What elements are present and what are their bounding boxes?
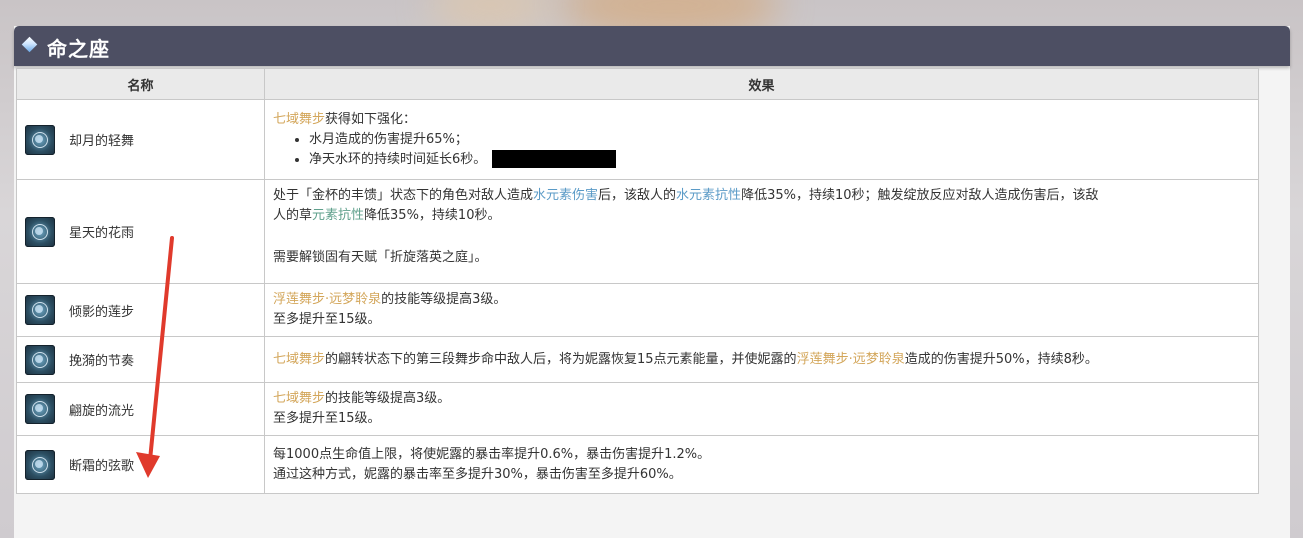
element-link[interactable]: 元素抗性: [312, 208, 364, 223]
effect-text: 通过这种方式，妮露的暴击率至多提升30%，暴击伤害至多提升60%。: [273, 466, 682, 482]
effect-text: 获得如下强化：: [325, 111, 417, 127]
table-header-row: 名称 效果: [16, 68, 1259, 100]
effect-text: 每1000点生命值上限，将使妮露的暴击率提升0.6%，暴击伤害提升1.2%。: [273, 446, 711, 462]
constellation-table: 名称 效果 却月的轻舞 七域舞步获得如下强化： 水月造成的伤害提升65%； 净天…: [16, 68, 1259, 494]
diamond-icon: [21, 36, 38, 53]
list-item: 水月造成的伤害提升65%；: [309, 130, 1250, 150]
element-link[interactable]: 水元素抗性: [676, 188, 741, 203]
skill-link[interactable]: 浮莲舞步·远梦聆泉: [273, 292, 381, 307]
element-link[interactable]: 水元素伤害: [533, 188, 598, 203]
effect-cell: 每1000点生命值上限，将使妮露的暴击率提升0.6%，暴击伤害提升1.2%。 通…: [264, 435, 1259, 494]
skill-link[interactable]: 七域舞步: [273, 352, 325, 367]
effect-text: 至多提升至15级。: [273, 411, 381, 426]
table-row: 倾影的莲步 浮莲舞步·远梦聆泉的技能等级提高3级。 至多提升至15级。: [16, 283, 1259, 337]
table-row: 翩旋的流光 七域舞步的技能等级提高3级。 至多提升至15级。: [16, 382, 1259, 436]
redaction-block: [492, 150, 617, 168]
name-cell: 星天的花雨: [16, 179, 265, 284]
constellation-name: 星天的花雨: [69, 226, 135, 241]
effect-text: 降低35%，持续10秒。: [364, 208, 501, 223]
section-header: 命之座: [14, 26, 1290, 66]
skill-link[interactable]: 七域舞步: [273, 391, 325, 406]
skill-link[interactable]: 浮莲舞步·远梦聆泉: [797, 352, 905, 367]
effect-cell: 七域舞步的技能等级提高3级。 至多提升至15级。: [264, 382, 1259, 436]
name-cell: 断霜的弦歌: [16, 435, 265, 494]
effect-text: 净天水环的持续时间延长6秒。: [309, 151, 487, 167]
name-cell: 翩旋的流光: [16, 382, 265, 436]
constellation-icon: [25, 295, 55, 325]
section-title: 命之座: [47, 37, 110, 61]
constellation-name: 挽漪的节奏: [69, 354, 135, 369]
column-header-effect: 效果: [264, 68, 1259, 100]
constellation-icon: [25, 216, 55, 247]
effect-text: 人的草: [273, 208, 313, 223]
constellation-icon: [25, 394, 55, 424]
table-row: 却月的轻舞 七域舞步获得如下强化： 水月造成的伤害提升65%； 净天水环的持续时…: [16, 99, 1259, 180]
effect-cell: 七域舞步获得如下强化： 水月造成的伤害提升65%； 净天水环的持续时间延长6秒。: [264, 99, 1259, 180]
constellation-name: 却月的轻舞: [69, 134, 135, 149]
name-cell: 却月的轻舞: [16, 99, 265, 180]
constellation-icon: [25, 124, 55, 155]
effect-cell: 七域舞步的翩转状态下的第三段舞步命中敌人后，将为妮露恢复15点元素能量，并使妮露…: [264, 336, 1259, 383]
effect-list: 水月造成的伤害提升65%； 净天水环的持续时间延长6秒。: [273, 130, 1250, 170]
effect-text: 的技能等级提高3级。: [381, 292, 507, 307]
skill-link[interactable]: 七域舞步: [273, 112, 325, 127]
effect-text: 的技能等级提高3级。: [325, 391, 451, 406]
constellation-name: 翩旋的流光: [69, 403, 135, 419]
table-row: 挽漪的节奏 七域舞步的翩转状态下的第三段舞步命中敌人后，将为妮露恢复15点元素能…: [16, 336, 1259, 383]
unlock-note: 需要解锁固有天赋「折旋落英之庭」。: [273, 250, 488, 265]
effect-text: 降低35%，持续10秒；触发绽放反应对敌人造成伤害后，该敌: [741, 188, 1099, 203]
constellation-table-wrap: 名称 效果 却月的轻舞 七域舞步获得如下强化： 水月造成的伤害提升65%； 净天…: [16, 68, 1259, 494]
effect-cell: 处于「金杯的丰馈」状态下的角色对敌人造成水元素伤害后，该敌人的水元素抗性降低35…: [264, 179, 1259, 284]
effect-text: 后，该敌人的: [598, 188, 677, 203]
table-row: 星天的花雨 处于「金杯的丰馈」状态下的角色对敌人造成水元素伤害后，该敌人的水元素…: [16, 179, 1259, 284]
constellation-icon: [25, 449, 55, 480]
list-item: 净天水环的持续时间延长6秒。: [309, 150, 1250, 170]
effect-cell: 浮莲舞步·远梦聆泉的技能等级提高3级。 至多提升至15级。: [264, 283, 1259, 337]
effect-text: 至多提升至15级。: [273, 312, 381, 327]
column-header-name: 名称: [16, 68, 265, 100]
table-row: 断霜的弦歌 每1000点生命值上限，将使妮露的暴击率提升0.6%，暴击伤害提升1…: [16, 435, 1259, 494]
name-cell: 倾影的莲步: [16, 283, 265, 337]
constellation-name: 断霜的弦歌: [69, 459, 135, 474]
effect-text: 造成的伤害提升50%，持续8秒。: [904, 351, 1098, 367]
constellation-icon: [25, 344, 55, 375]
constellation-name: 倾影的莲步: [69, 304, 135, 320]
effect-text: 的翩转状态下的第三段舞步命中敌人后，将为妮露恢复15点元素能量，并使妮露的: [325, 351, 797, 367]
effect-text: 处于「金杯的丰馈」状态下的角色对敌人造成: [273, 188, 534, 203]
name-cell: 挽漪的节奏: [16, 336, 265, 383]
